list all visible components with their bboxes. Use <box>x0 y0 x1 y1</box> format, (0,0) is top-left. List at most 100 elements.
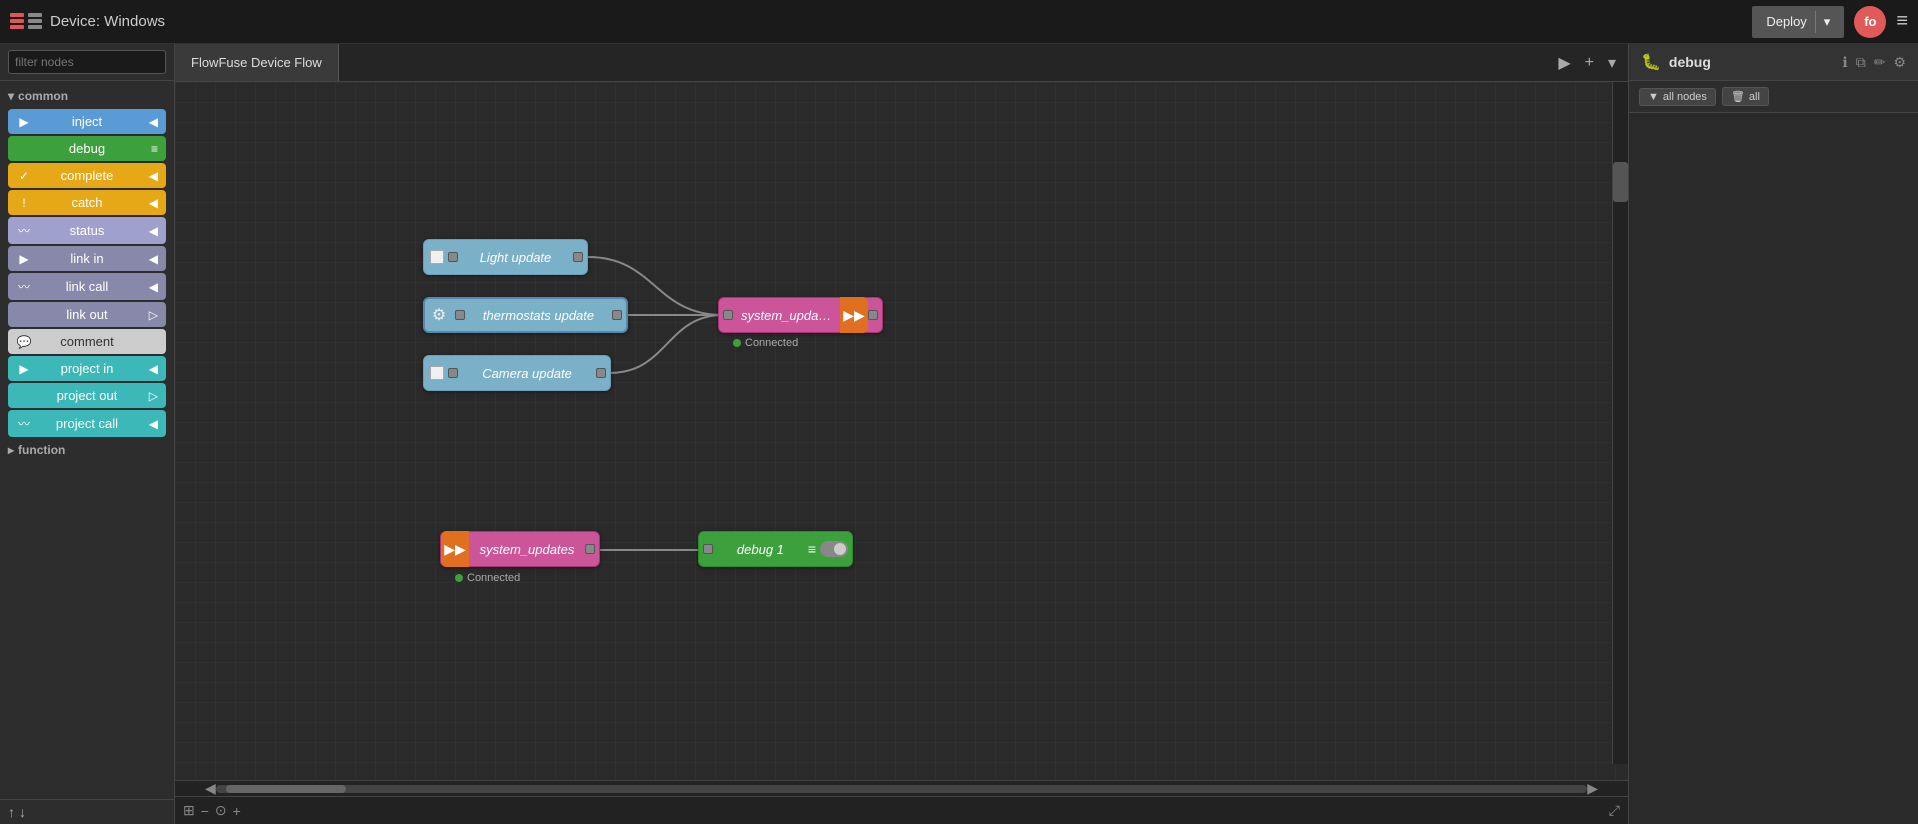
right-panel-settings-button[interactable]: ⚙ <box>1893 54 1906 71</box>
chevron-down-icon: ▾ <box>8 89 14 103</box>
complete-icon-left: ✓ <box>16 169 32 183</box>
deploy-divider <box>1815 11 1816 33</box>
sidebar-item-inject[interactable]: ▶ inject ◀ <box>8 109 166 134</box>
node-camera-update[interactable]: Camera update <box>423 355 611 391</box>
tabs-bar: FlowFuse Device Flow ▶ + ▾ <box>175 44 1628 82</box>
scroll-up-button[interactable]: ↑ <box>8 804 15 820</box>
node-thermo-port-left <box>455 310 465 320</box>
system2-connected-label: Connected <box>455 572 520 584</box>
zoom-out-button[interactable]: − <box>201 803 209 819</box>
sidebar-section-function-label: function <box>18 443 65 457</box>
filter-label: all nodes <box>1663 91 1707 103</box>
debug1-list-icon: ≡ <box>808 541 816 557</box>
node-system-updates-top[interactable]: system_updates ▶▶ <box>718 297 883 333</box>
status-icon-right: ◀ <box>142 224 158 238</box>
canvas-area: FlowFuse Device Flow ▶ + ▾ <box>175 44 1628 824</box>
topbar: Device: Windows Deploy ▾ fo ≡ <box>0 0 1918 44</box>
node-light-update[interactable]: Light update <box>423 239 588 275</box>
canvas-hscroll: ◀ ▶ <box>175 780 1628 796</box>
linkcall-label: link call <box>32 279 142 294</box>
tab-main[interactable]: FlowFuse Device Flow <box>175 44 339 81</box>
catch-icon-right: ◀ <box>142 196 158 210</box>
sidebar-item-debug[interactable]: debug ≡ <box>8 136 166 161</box>
right-panel-filter: ▼ all nodes 🗑 all <box>1629 81 1918 113</box>
sidebar-item-linkin[interactable]: ▶ link in ◀ <box>8 246 166 271</box>
scroll-left-button[interactable]: ◀ <box>205 780 216 797</box>
sidebar-scroll-controls: ↑ ↓ <box>8 804 26 820</box>
node-debug1[interactable]: debug 1 ≡ <box>698 531 853 567</box>
node-thermo-update[interactable]: ⚙ thermostats update <box>423 297 628 333</box>
sidebar-item-projectout[interactable]: project out ▷ <box>8 383 166 408</box>
canvas-footer: ⊞ − ⊙ + ⤢ <box>175 796 1628 824</box>
hscroll-thumb[interactable] <box>226 785 346 793</box>
catch-icon-left: ! <box>16 196 32 210</box>
comment-label: comment <box>32 334 142 349</box>
zoom-in-button[interactable]: + <box>233 803 241 819</box>
function-chevron-icon: ▸ <box>8 443 14 457</box>
projectcall-label: project call <box>32 416 142 431</box>
linkcall-icon-left: 〰 <box>16 278 32 295</box>
sidebar-item-catch[interactable]: ! catch ◀ <box>8 190 166 215</box>
right-panel-edit-button[interactable]: ✏ <box>1874 54 1886 71</box>
sidebar-item-comment[interactable]: 💬 comment <box>8 329 166 354</box>
canvas-footer-right: ⤢ <box>1609 802 1620 819</box>
run-button[interactable]: ▶ <box>1554 51 1574 75</box>
node-system1-port-right <box>868 310 878 320</box>
clear-label: all <box>1749 91 1760 103</box>
sidebar-item-projectin[interactable]: ▶ project in ◀ <box>8 356 166 381</box>
projectcall-icon-right: ◀ <box>142 417 158 431</box>
sidebar-section-function[interactable]: ▸ function <box>0 439 174 461</box>
inject-label: inject <box>32 114 142 129</box>
user-avatar[interactable]: fo <box>1854 6 1886 38</box>
scroll-right-button[interactable]: ▶ <box>1587 780 1598 797</box>
sidebar-scroll: ▾ common ▶ inject ◀ debug ≡ ✓ complete ◀… <box>0 81 174 799</box>
canvas[interactable]: Light update ⚙ thermostats update Camera… <box>175 82 1628 780</box>
node-system-updates-bottom[interactable]: ▶▶ system_updates <box>440 531 600 567</box>
tab-menu-button[interactable]: ▾ <box>1604 51 1620 75</box>
deploy-label: Deploy <box>1766 14 1806 29</box>
system2-connected-dot <box>455 574 463 582</box>
vertical-scrollbar[interactable] <box>1612 82 1628 764</box>
right-panel-copy-button[interactable]: ⧉ <box>1856 54 1866 71</box>
show-map-button[interactable]: ⊞ <box>183 802 195 819</box>
topbar-right: Deploy ▾ fo ≡ <box>1752 6 1908 38</box>
node-system1-label: system_updates <box>733 308 840 323</box>
node-camera-label: Camera update <box>458 366 596 381</box>
hscroll-track <box>216 785 1587 793</box>
comment-icon-left: 💬 <box>16 335 32 349</box>
node-light-label: Light update <box>458 250 573 265</box>
deploy-arrow-icon: ▾ <box>1824 14 1831 30</box>
system1-connected-label: Connected <box>733 337 798 349</box>
zoom-reset-button[interactable]: ⊙ <box>215 802 227 819</box>
deploy-button[interactable]: Deploy ▾ <box>1752 6 1844 38</box>
expand-button[interactable]: ⤢ <box>1609 802 1620 819</box>
debug1-toggle-dot <box>834 543 846 555</box>
sidebar-item-complete[interactable]: ✓ complete ◀ <box>8 163 166 188</box>
hamburger-button[interactable]: ≡ <box>1896 10 1908 33</box>
sidebar-section-common[interactable]: ▾ common <box>0 85 174 107</box>
linkin-label: link in <box>32 251 142 266</box>
filter-icon: ▼ <box>1648 91 1659 103</box>
node-checkbox-light <box>430 250 444 264</box>
filter-nodes-input[interactable] <box>8 50 166 74</box>
node-thermo-port-right <box>612 310 622 320</box>
sidebar-item-linkout[interactable]: link out ▷ <box>8 302 166 327</box>
sidebar-item-projectcall[interactable]: 〰 project call ◀ <box>8 410 166 437</box>
node-light-port-left <box>448 252 458 262</box>
complete-label: complete <box>32 168 142 183</box>
node-thermo-label: thermostats update <box>465 308 612 323</box>
sidebar-item-linkcall[interactable]: 〰 link call ◀ <box>8 273 166 300</box>
node-checkbox-camera <box>430 366 444 380</box>
clear-all-button[interactable]: 🗑 all <box>1722 87 1769 106</box>
sidebar-item-status[interactable]: 〰 status ◀ <box>8 217 166 244</box>
tabs-actions: ▶ + ▾ <box>1554 51 1628 75</box>
right-panel-info-button[interactable]: ℹ <box>1842 54 1847 71</box>
right-panel: 🐛 debug ℹ ⧉ ✏ ⚙ ▼ all nodes 🗑 all <box>1628 44 1918 824</box>
add-tab-button[interactable]: + <box>1581 52 1598 74</box>
system1-connected-text: Connected <box>745 337 798 349</box>
thermo-gear-icon: ⚙ <box>425 297 453 333</box>
scroll-down-button[interactable]: ↓ <box>19 804 26 820</box>
projectin-icon-left: ▶ <box>16 362 32 376</box>
debug1-toggle[interactable] <box>820 541 848 557</box>
filter-all-nodes-button[interactable]: ▼ all nodes <box>1639 88 1716 106</box>
